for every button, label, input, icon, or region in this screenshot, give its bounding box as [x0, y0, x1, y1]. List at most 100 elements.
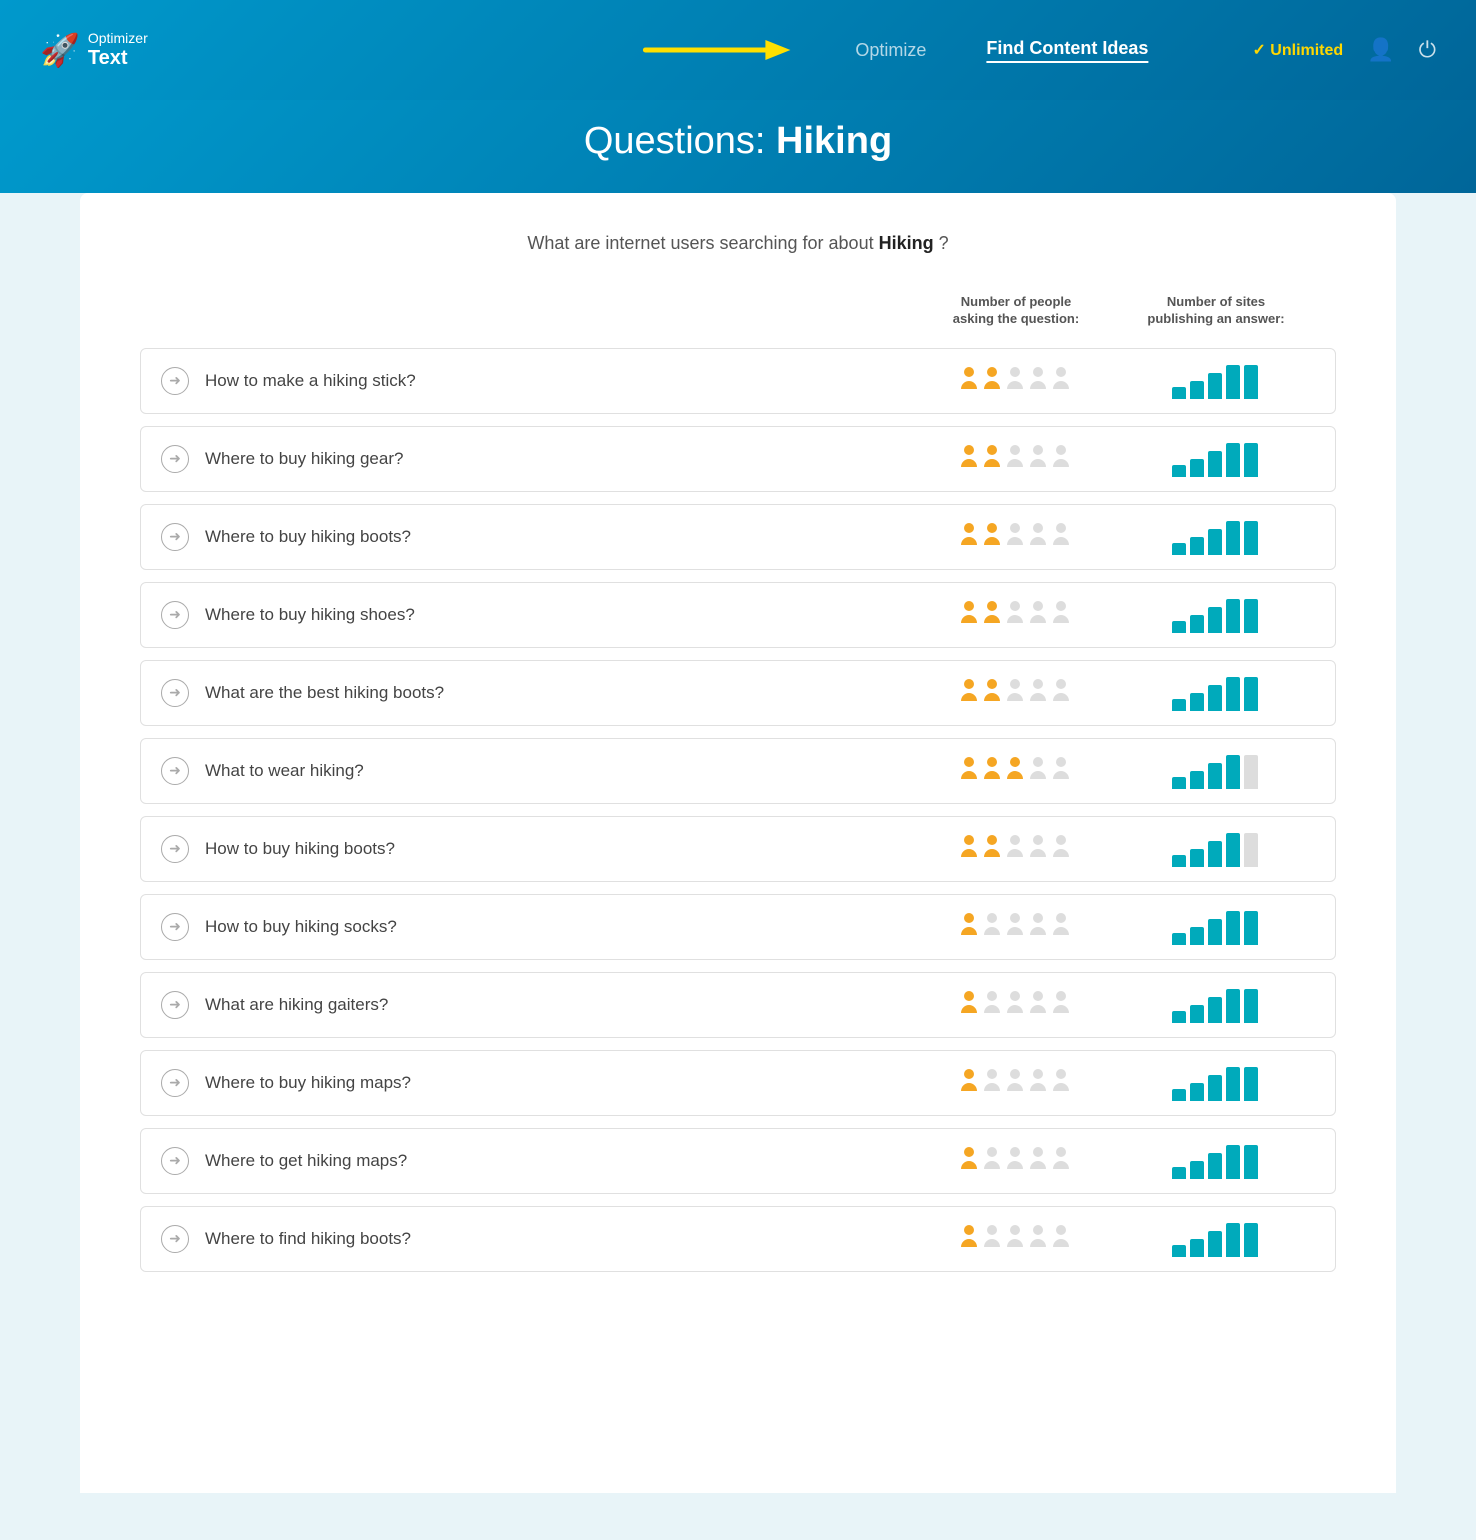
expand-icon[interactable]: ➜	[161, 367, 189, 395]
bar-chart	[1115, 831, 1315, 867]
people-icons	[915, 833, 1115, 865]
question-text: What to wear hiking?	[205, 761, 915, 781]
bar-chart	[1115, 597, 1315, 633]
person-icon	[1005, 1223, 1025, 1255]
person-icon	[1028, 443, 1048, 475]
bar	[1208, 529, 1222, 555]
expand-icon[interactable]: ➜	[161, 913, 189, 941]
bar-chart	[1115, 441, 1315, 477]
people-icons	[915, 443, 1115, 475]
people-icons	[915, 755, 1115, 787]
person-icon	[959, 989, 979, 1021]
nav-find-content[interactable]: Find Content Ideas	[986, 38, 1148, 63]
person-icon	[982, 1223, 1002, 1255]
bar	[1208, 607, 1222, 633]
question-row[interactable]: ➜What are hiking gaiters?	[140, 972, 1336, 1038]
table-header: Number of peopleasking the question: Num…	[140, 294, 1336, 340]
expand-icon[interactable]: ➜	[161, 445, 189, 473]
bar-chart	[1115, 1143, 1315, 1179]
question-row[interactable]: ➜What are the best hiking boots?	[140, 660, 1336, 726]
bar	[1190, 1083, 1204, 1101]
question-row[interactable]: ➜ Where to buy hiking boots?	[140, 504, 1336, 570]
person-icon	[1051, 1145, 1071, 1177]
bar-chart	[1115, 753, 1315, 789]
person-icon	[1051, 365, 1071, 397]
person-icon	[982, 599, 1002, 631]
person-icon	[982, 1067, 1002, 1099]
question-row[interactable]: ➜How to buy hiking socks?	[140, 894, 1336, 960]
question-row[interactable]: ➜ What to wear hiking?	[140, 738, 1336, 804]
question-row[interactable]: ➜Where to buy hiking shoes?	[140, 582, 1336, 648]
bar	[1208, 1153, 1222, 1179]
person-icon	[959, 599, 979, 631]
bar	[1172, 777, 1186, 789]
bar	[1208, 1231, 1222, 1257]
subtitle-before: What are internet users searching for ab…	[527, 233, 878, 253]
expand-icon[interactable]: ➜	[161, 1225, 189, 1253]
logo-brand: Text	[88, 47, 148, 69]
bar-chart	[1115, 987, 1315, 1023]
bar-chart	[1115, 519, 1315, 555]
bar	[1244, 599, 1258, 633]
people-icons	[915, 521, 1115, 553]
expand-icon[interactable]: ➜	[161, 1069, 189, 1097]
bar	[1244, 911, 1258, 945]
question-row[interactable]: ➜Where to buy hiking maps?	[140, 1050, 1336, 1116]
question-row[interactable]: ➜Where to buy hiking gear?	[140, 426, 1336, 492]
bar	[1244, 443, 1258, 477]
col-people-header: Number of peopleasking the question:	[916, 294, 1116, 328]
question-text: Where to find hiking boots?	[205, 1229, 915, 1249]
question-row[interactable]: ➜How to buy hiking boots?	[140, 816, 1336, 882]
bar	[1244, 521, 1258, 555]
bar	[1172, 543, 1186, 555]
arrow-annotation	[635, 30, 795, 70]
bar	[1172, 1167, 1186, 1179]
expand-icon[interactable]: ➜	[161, 601, 189, 629]
people-icons	[915, 1223, 1115, 1255]
question-text: How to make a hiking stick?	[205, 371, 915, 391]
person-icon	[1051, 599, 1071, 631]
person-icon	[1028, 1145, 1048, 1177]
expand-icon[interactable]: ➜	[161, 679, 189, 707]
question-row[interactable]: ➜ How to make a hiking stick?	[140, 348, 1336, 414]
person-icon	[1051, 833, 1071, 865]
page-title-prefix: Questions:	[584, 120, 776, 162]
person-icon	[959, 521, 979, 553]
people-icons	[915, 989, 1115, 1021]
person-icon	[982, 443, 1002, 475]
person-icon	[1005, 755, 1025, 787]
person-icon	[982, 911, 1002, 943]
question-row[interactable]: ➜Where to get hiking maps?	[140, 1128, 1336, 1194]
person-icon	[982, 521, 1002, 553]
bar	[1226, 677, 1240, 711]
bar	[1208, 451, 1222, 477]
person-icon	[959, 1223, 979, 1255]
bar	[1190, 1161, 1204, 1179]
bar	[1226, 911, 1240, 945]
col-sites-header: Number of sitespublishing an answer:	[1116, 294, 1316, 328]
person-icon	[959, 1067, 979, 1099]
person-icon	[1028, 365, 1048, 397]
bar	[1190, 927, 1204, 945]
bar	[1190, 1239, 1204, 1257]
expand-icon[interactable]: ➜	[161, 757, 189, 785]
logo-area[interactable]: 🚀 Optimizer Text	[40, 31, 148, 69]
question-text: Where to buy hiking boots?	[205, 527, 915, 547]
expand-icon[interactable]: ➜	[161, 991, 189, 1019]
question-row[interactable]: ➜ Where to find hiking boots?	[140, 1206, 1336, 1272]
expand-icon[interactable]: ➜	[161, 1147, 189, 1175]
power-icon[interactable]: ⏻	[1419, 37, 1436, 63]
person-icon	[959, 1145, 979, 1177]
user-icon[interactable]: 👤	[1367, 37, 1394, 63]
logo-subtext: Optimizer	[88, 31, 148, 46]
expand-icon[interactable]: ➜	[161, 835, 189, 863]
bar	[1226, 1223, 1240, 1257]
person-icon	[1005, 677, 1025, 709]
expand-icon[interactable]: ➜	[161, 523, 189, 551]
page-title-bar: Questions: Hiking	[0, 100, 1476, 193]
nav-optimize[interactable]: Optimize	[855, 40, 926, 61]
bar	[1244, 833, 1258, 867]
person-icon	[1051, 1223, 1071, 1255]
bar	[1244, 755, 1258, 789]
logo-text: Optimizer Text	[88, 31, 148, 68]
